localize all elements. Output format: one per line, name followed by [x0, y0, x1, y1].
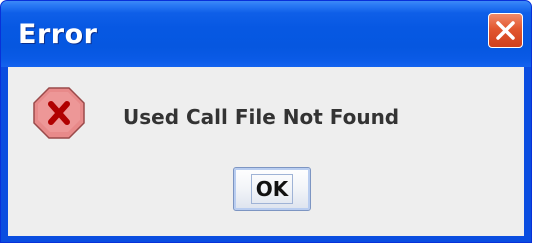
error-dialog-window: Error Used Call File Not Found OK	[0, 0, 532, 243]
ok-button[interactable]: OK	[233, 167, 311, 211]
title-bar[interactable]: Error	[1, 1, 531, 67]
window-title: Error	[18, 19, 98, 50]
error-message: Used Call File Not Found	[123, 105, 400, 129]
close-button[interactable]	[488, 13, 523, 48]
ok-button-label: OK	[250, 174, 294, 204]
window-bottom-border	[1, 236, 531, 242]
error-icon	[32, 86, 86, 140]
dialog-content: Used Call File Not Found OK	[8, 67, 524, 238]
